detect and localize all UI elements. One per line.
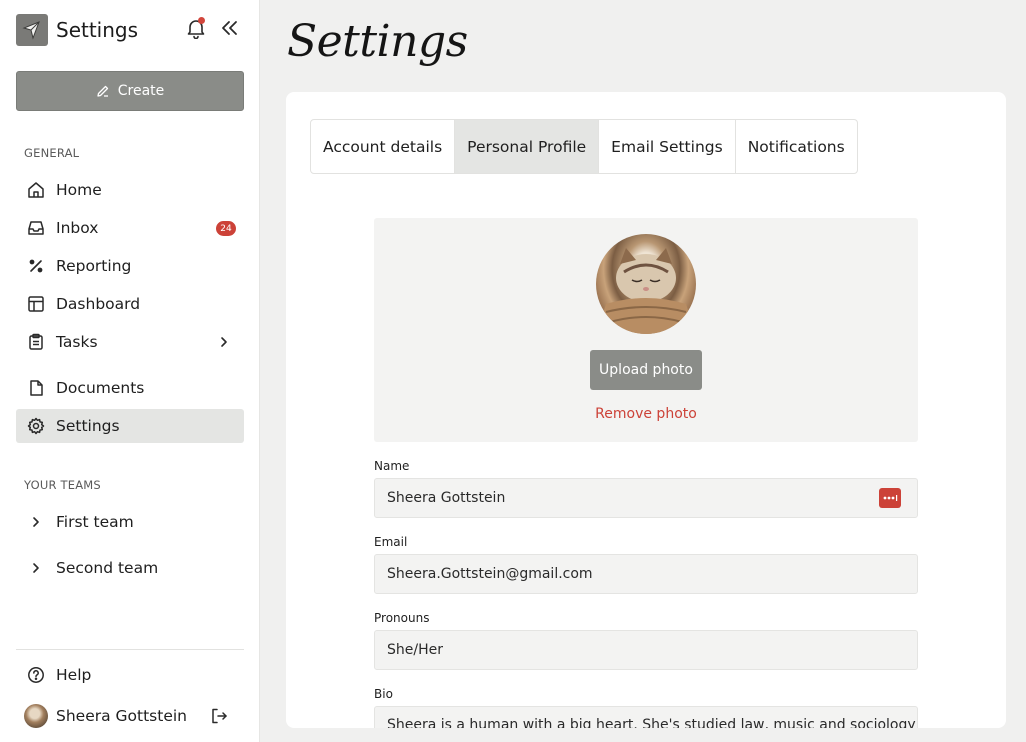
user-name: Sheera Gottstein: [56, 707, 188, 725]
sidebar: Settings Create GENERAL Home Inbox 24 Re…: [0, 0, 260, 742]
create-button[interactable]: Create: [16, 71, 244, 111]
settings-tabs: Account details Personal Profile Email S…: [310, 119, 858, 174]
sidebar-item-home[interactable]: Home: [16, 173, 244, 207]
sidebar-item-label: Reporting: [56, 257, 132, 275]
password-manager-icon[interactable]: [879, 488, 901, 508]
name-input[interactable]: [387, 490, 905, 506]
profile-photo-panel: Upload photo Remove photo: [374, 218, 918, 442]
sidebar-item-label: Tasks: [56, 333, 98, 351]
sidebar-item-label: Documents: [56, 379, 145, 397]
tab-email-settings[interactable]: Email Settings: [599, 120, 736, 173]
upload-photo-button[interactable]: Upload photo: [590, 350, 702, 390]
sidebar-team-first[interactable]: First team: [16, 505, 244, 539]
bio-textarea[interactable]: Sheera is a human with a big heart. She'…: [374, 706, 918, 728]
chevron-right-icon: [216, 334, 232, 350]
create-button-label: Create: [117, 83, 165, 99]
general-section-label: GENERAL: [24, 146, 80, 160]
tab-personal-profile[interactable]: Personal Profile: [455, 120, 600, 173]
chevron-right-icon: [26, 558, 46, 578]
tab-notifications[interactable]: Notifications: [736, 120, 857, 173]
brand: Settings: [16, 14, 138, 46]
notification-dot: [198, 17, 205, 24]
pencil-icon: [97, 85, 108, 97]
gear-icon: [26, 416, 46, 436]
inbox-count-badge: 24: [216, 221, 236, 236]
pronouns-field[interactable]: [374, 630, 918, 670]
sidebar-item-reporting[interactable]: Reporting: [16, 249, 244, 283]
chevron-right-icon: [26, 512, 46, 532]
app-logo-icon: [16, 14, 48, 46]
sidebar-item-tasks[interactable]: Tasks: [16, 325, 244, 359]
team-label: First team: [56, 513, 134, 531]
user-profile[interactable]: Sheera Gottstein: [16, 699, 244, 733]
sidebar-item-documents[interactable]: Documents: [16, 371, 244, 405]
email-label: Email: [374, 535, 408, 549]
sidebar-item-help[interactable]: Help: [16, 658, 244, 692]
logout-icon[interactable]: [210, 707, 228, 725]
sidebar-item-dashboard[interactable]: Dashboard: [16, 287, 244, 321]
email-input[interactable]: [387, 566, 905, 582]
sidebar-item-label: Inbox: [56, 219, 99, 237]
app-title: Settings: [56, 18, 139, 42]
sidebar-item-label: Home: [56, 181, 102, 199]
sidebar-item-label: Settings: [56, 417, 120, 435]
name-label: Name: [374, 459, 410, 473]
sidebar-item-label: Dashboard: [56, 295, 141, 313]
sidebar-divider: [16, 649, 244, 650]
sidebar-item-settings[interactable]: Settings: [16, 409, 244, 443]
pronouns-label: Pronouns: [374, 611, 430, 625]
help-label: Help: [56, 666, 92, 684]
clipboard-icon: [26, 332, 46, 352]
teams-section-label: YOUR TEAMS: [24, 478, 101, 492]
notifications-bell-icon[interactable]: [185, 17, 207, 40]
settings-card: Account details Personal Profile Email S…: [286, 92, 1006, 728]
bio-label: Bio: [374, 687, 393, 701]
avatar: [24, 704, 48, 728]
profile-photo: [596, 234, 696, 334]
help-icon: [26, 665, 46, 685]
inbox-icon: [26, 218, 46, 238]
email-field[interactable]: [374, 554, 918, 594]
team-label: Second team: [56, 559, 159, 577]
pronouns-input[interactable]: [387, 642, 905, 658]
dashboard-icon: [26, 294, 46, 314]
collapse-sidebar-icon[interactable]: [218, 17, 240, 39]
sidebar-item-inbox[interactable]: Inbox 24: [16, 211, 244, 245]
document-icon: [26, 378, 46, 398]
percent-icon: [26, 256, 46, 276]
remove-photo-link[interactable]: Remove photo: [374, 406, 918, 422]
name-field[interactable]: [374, 478, 918, 518]
home-icon: [26, 180, 46, 200]
tab-account-details[interactable]: Account details: [311, 120, 456, 173]
sidebar-team-second[interactable]: Second team: [16, 551, 244, 585]
page-title: Settings: [287, 16, 468, 67]
